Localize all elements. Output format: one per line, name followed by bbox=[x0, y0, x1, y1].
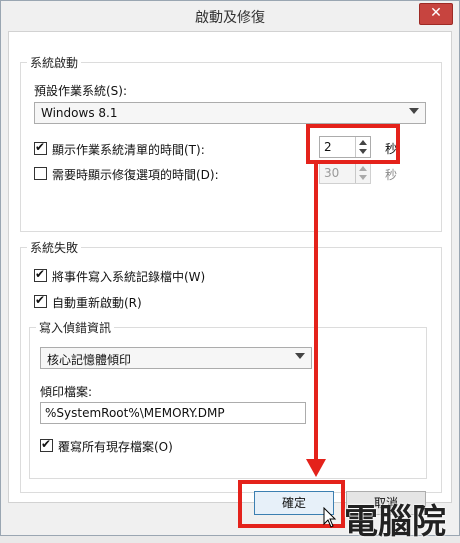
dump-file-label: 傾印檔案: bbox=[40, 385, 93, 399]
checkmark-icon: ✔ bbox=[35, 267, 46, 281]
system-failure-group: 系統失敗 ✔ 將事件寫入系統記錄檔中(W) ✔ 自動重新啟動(R) 寫入偵錯資訊… bbox=[20, 239, 442, 493]
spin-down-icon bbox=[359, 175, 367, 180]
write-log-checkbox[interactable]: ✔ bbox=[34, 267, 47, 282]
dump-file-input[interactable]: %SystemRoot%\MEMORY.DMP bbox=[40, 402, 306, 424]
checkmark-icon: ✔ bbox=[35, 140, 46, 154]
write-log-label: 將事件寫入系統記錄檔中(W) bbox=[52, 270, 206, 284]
show-recovery-label: 需要時顯示修復選項的時間(D): bbox=[52, 168, 219, 182]
chevron-down-icon bbox=[295, 353, 305, 359]
checkmark-icon: ✔ bbox=[35, 293, 46, 307]
title-bar: 啟動及修復 ✕ bbox=[1, 1, 459, 31]
dump-type-value: 核心記憶體傾印 bbox=[47, 353, 132, 367]
chevron-down-icon bbox=[409, 108, 419, 114]
default-os-label: 預設作業系統(S): bbox=[34, 84, 128, 98]
dump-file-value: %SystemRoot%\MEMORY.DMP bbox=[45, 406, 225, 420]
debug-info-group-label: 寫入偵錯資訊 bbox=[36, 319, 115, 336]
show-os-list-label: 顯示作業系統清單的時間(T): bbox=[52, 143, 205, 157]
spin-up-icon bbox=[359, 166, 367, 171]
arrow-line bbox=[314, 163, 318, 463]
overwrite-label: 覆寫所有現存檔案(O) bbox=[58, 440, 173, 454]
spinner-highlight-box bbox=[306, 124, 400, 164]
show-os-list-checkbox[interactable]: ✔ bbox=[34, 140, 47, 155]
show-recovery-time-spinner: 30 bbox=[319, 162, 371, 184]
auto-restart-label: 自動重新啟動(R) bbox=[52, 296, 142, 310]
mouse-cursor-icon bbox=[323, 507, 337, 528]
auto-restart-checkbox[interactable]: ✔ bbox=[34, 293, 47, 308]
seconds-unit-label-disabled: 秒 bbox=[385, 168, 398, 182]
window-title: 啟動及修復 bbox=[195, 10, 265, 26]
system-startup-group-label: 系統啟動 bbox=[27, 54, 82, 71]
dialog-body: 系統啟動 預設作業系統(S): Windows 8.1 ✔ 顯示作業系統清單的時… bbox=[8, 31, 452, 503]
system-failure-group-label: 系統失敗 bbox=[27, 239, 82, 256]
dump-type-select[interactable]: 核心記憶體傾印 bbox=[40, 347, 312, 369]
checkmark-icon: ✔ bbox=[41, 437, 52, 451]
close-button[interactable]: ✕ bbox=[419, 3, 453, 25]
spinner-arrows-disabled bbox=[355, 163, 370, 183]
debug-info-group: 寫入偵錯資訊 核心記憶體傾印 傾印檔案: %SystemRoot%\MEMORY… bbox=[29, 319, 427, 479]
show-recovery-time-value: 30 bbox=[324, 166, 340, 180]
default-os-select[interactable]: Windows 8.1 bbox=[34, 102, 426, 124]
overwrite-checkbox[interactable]: ✔ bbox=[40, 437, 53, 452]
show-recovery-checkbox[interactable] bbox=[34, 167, 47, 180]
startup-recovery-dialog: 啟動及修復 ✕ 系統啟動 預設作業系統(S): Windows 8.1 ✔ 顯示… bbox=[0, 0, 460, 542]
default-os-value: Windows 8.1 bbox=[41, 106, 118, 120]
arrow-head-icon bbox=[306, 459, 326, 477]
